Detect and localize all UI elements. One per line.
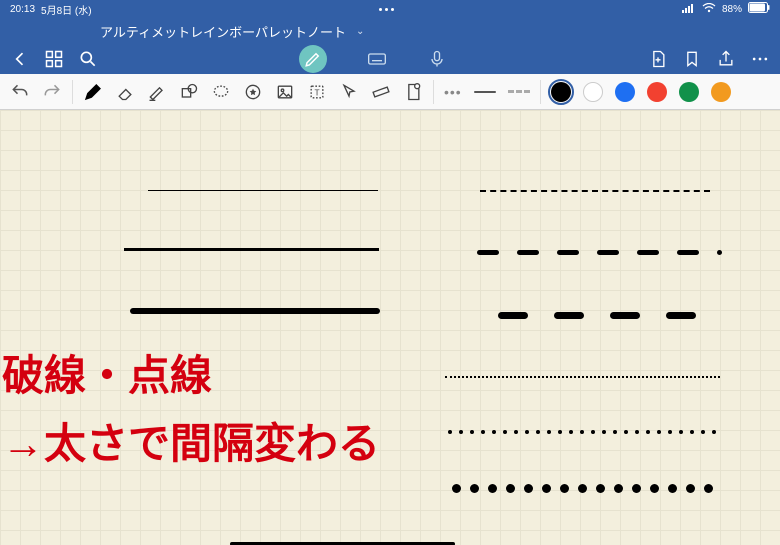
status-time: 20:13	[10, 4, 35, 15]
drawn-line	[124, 248, 379, 251]
multitask-dots[interactable]	[379, 8, 394, 11]
svg-text:T: T	[314, 87, 319, 97]
annotation-text: →太さで間隔変わる	[2, 410, 380, 471]
drawn-dotted-line	[445, 376, 720, 378]
battery-percent: 88%	[722, 4, 742, 15]
notebook-canvas[interactable]: 破線・点線 →太さで間隔変わる	[0, 110, 780, 545]
drawn-line	[148, 190, 378, 191]
battery-icon	[748, 2, 770, 16]
thumbnails-button[interactable]	[44, 49, 64, 69]
color-red[interactable]	[647, 82, 667, 102]
lasso-tool[interactable]	[211, 82, 231, 102]
color-green[interactable]	[679, 82, 699, 102]
favorites-tool[interactable]	[243, 82, 263, 102]
drawn-line	[130, 308, 380, 314]
share-button[interactable]	[716, 49, 736, 69]
text-tool[interactable]: T	[307, 82, 327, 102]
drawn-dashed-line	[477, 250, 722, 255]
color-white[interactable]	[583, 82, 603, 102]
more-button[interactable]	[750, 49, 770, 69]
redo-button[interactable]	[42, 82, 62, 102]
signal-icon	[682, 3, 696, 16]
toolbar-divider	[540, 80, 541, 104]
drawn-dotted-line	[448, 430, 716, 434]
top-nav-bar	[0, 44, 780, 74]
image-tool[interactable]	[275, 82, 295, 102]
stroke-dash[interactable]	[508, 90, 530, 93]
ruler-tool[interactable]	[371, 82, 391, 102]
wifi-icon	[702, 3, 716, 16]
color-orange[interactable]	[711, 82, 731, 102]
pen-tool[interactable]	[83, 82, 103, 102]
drawn-dashed-line	[480, 190, 710, 192]
color-black[interactable]	[551, 82, 571, 102]
color-blue[interactable]	[615, 82, 635, 102]
shape-tool[interactable]	[179, 82, 199, 102]
drawn-dotted-line	[452, 484, 713, 493]
search-button[interactable]	[78, 49, 98, 69]
stroke-thin[interactable]	[474, 91, 496, 93]
annotation-text: 破線・点線	[2, 342, 212, 403]
drawing-toolbar: T •••	[0, 74, 780, 110]
document-title[interactable]: アルティメットレインボーパレットノート	[100, 22, 346, 41]
keyboard-button[interactable]	[367, 49, 387, 69]
undo-button[interactable]	[10, 82, 30, 102]
toolbar-divider	[433, 80, 434, 104]
bookmark-button[interactable]	[682, 49, 702, 69]
pointer-tool[interactable]	[339, 82, 359, 102]
highlighter-tool[interactable]	[147, 82, 167, 102]
draw-mode-button[interactable]	[299, 45, 327, 73]
eraser-tool[interactable]	[115, 82, 135, 102]
document-title-bar: アルティメットレインボーパレットノート ⌄	[0, 18, 780, 44]
toolbar-more[interactable]: •••	[444, 84, 462, 100]
microphone-button[interactable]	[427, 49, 447, 69]
drawn-dashed-line	[498, 312, 696, 319]
add-page-button[interactable]	[648, 49, 668, 69]
ios-status-bar: 20:13 5月8日 (水) 88%	[0, 0, 780, 18]
doc-tool[interactable]	[403, 82, 423, 102]
back-button[interactable]	[10, 49, 30, 69]
title-chevron-icon[interactable]: ⌄	[356, 26, 364, 37]
status-date: 5月8日 (水)	[41, 2, 92, 17]
toolbar-divider	[72, 80, 73, 104]
